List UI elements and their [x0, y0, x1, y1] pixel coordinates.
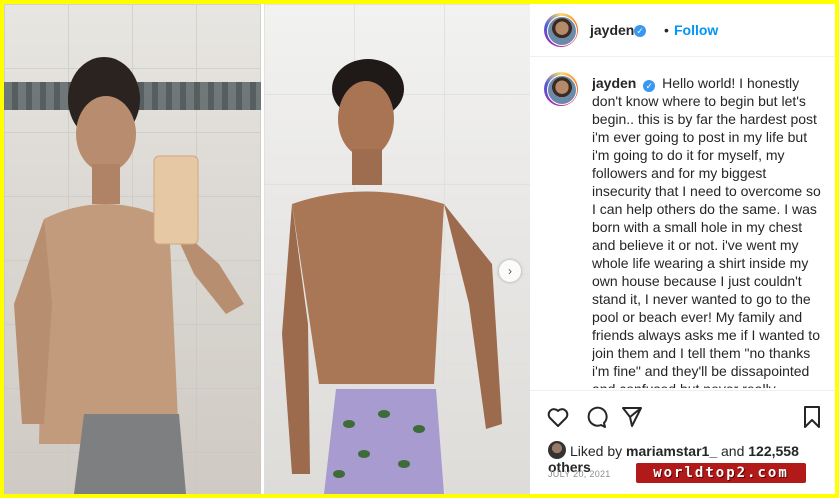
liker-avatar[interactable]	[548, 441, 566, 459]
follow-button[interactable]: Follow	[674, 22, 718, 38]
likes-middle: and	[717, 443, 749, 459]
verified-icon: ✓	[634, 25, 646, 37]
post-date[interactable]: JULY 20, 2021	[548, 469, 611, 479]
avatar[interactable]	[544, 13, 578, 47]
liker-username[interactable]: mariamstar1_	[626, 443, 717, 459]
caption-avatar[interactable]	[544, 72, 578, 106]
post-frame: › jayden ✓ • Follow jayden ✓ Hello world…	[4, 4, 835, 494]
caption-verified-icon: ✓	[643, 80, 656, 92]
before-photo	[4, 4, 261, 494]
share-icon[interactable]	[620, 405, 644, 429]
bookmark-icon[interactable]	[800, 405, 824, 429]
post-media[interactable]: ›	[4, 4, 530, 494]
username[interactable]: jayden	[590, 22, 634, 38]
chevron-right-icon[interactable]: ›	[499, 260, 521, 282]
heart-icon[interactable]	[546, 405, 570, 429]
post-caption: jayden ✓ Hello world! I honestly don't k…	[592, 74, 824, 388]
caption-username[interactable]: jayden	[592, 75, 636, 91]
post-header: jayden ✓ • Follow	[530, 4, 835, 57]
watermark: worldtop2.com	[636, 463, 806, 483]
action-bar: Liked by mariamstar1_ and 122,558 others…	[530, 390, 835, 494]
separator-dot: •	[664, 22, 669, 38]
post-panel: jayden ✓ • Follow jayden ✓ Hello world! …	[530, 4, 835, 494]
likes-prefix: Liked by	[570, 443, 627, 459]
comment-icon[interactable]	[584, 405, 608, 429]
caption-text: Hello world! I honestly don't know where…	[592, 75, 821, 388]
after-photo	[264, 4, 530, 494]
